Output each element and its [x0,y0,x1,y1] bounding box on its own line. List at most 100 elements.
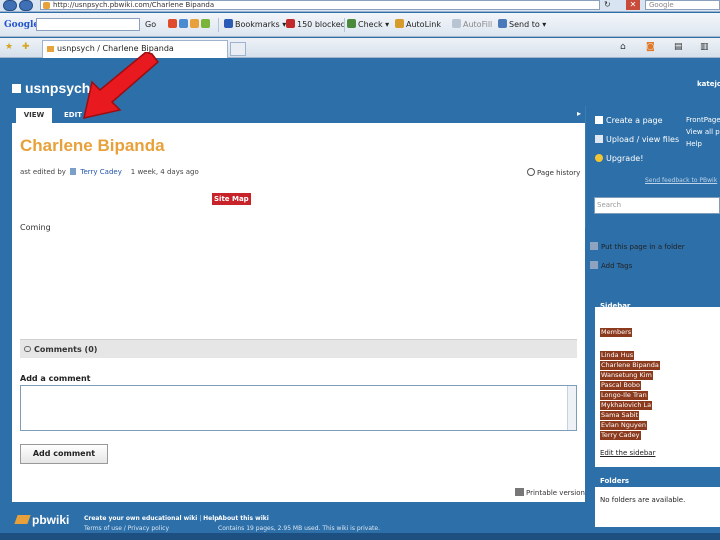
user-icon [70,168,77,175]
google-logo: Google [4,20,40,30]
folder-icon [590,242,598,250]
comments-header[interactable]: Comments (0) [20,339,577,358]
autofill-button[interactable]: AutoFill [452,19,492,31]
member-link[interactable]: Sama Sabit [600,411,640,420]
upgrade-link[interactable]: Upgrade! [595,154,643,163]
add-favorite-icon[interactable]: ✚ [22,42,30,56]
home-icon[interactable]: ⌂ [620,42,626,56]
favicon-icon [43,2,50,9]
comment-textarea[interactable] [20,385,577,431]
pagerank-icon [168,19,177,28]
sendto-button[interactable]: Send to ▾ [498,19,546,31]
print-icon[interactable]: ▤ [674,42,683,56]
address-bar[interactable]: http://usnpsych.pbwiki.com/Charlene Bipa… [40,0,600,10]
pbwiki-logo-text: pbwiki [32,513,70,527]
refresh-icon[interactable]: ↻ [604,0,611,10]
autofill-icon [452,19,461,28]
page-menu-icon[interactable]: ▥ [700,42,709,56]
member-link[interactable]: Longo-Ile Tran [600,391,648,400]
bookmarks-button[interactable]: Bookmarks ▾ [224,19,286,31]
member-link[interactable]: Linda Hus [600,351,635,360]
member-link[interactable]: Terry Cadey [600,431,641,440]
pbwiki-logo[interactable]: pbwiki [14,513,70,527]
new-tab-button[interactable] [230,42,246,56]
autolink-button[interactable]: AutoLink [395,19,441,31]
forward-icon[interactable] [19,0,33,11]
sendto-icon [498,19,507,28]
stop-icon[interactable]: ✕ [626,0,640,10]
toolbar-icons[interactable] [168,19,212,31]
bookmarks-label: Bookmarks [235,20,280,29]
star-icon [224,19,233,28]
sendto-label: Send to [509,20,540,29]
tab-view[interactable]: VIEW [16,108,52,123]
annotation-arrow-icon [83,52,160,119]
site-map-button[interactable]: Site Map [212,193,251,205]
feedback-link[interactable]: Send feedback to PBwik [645,177,717,184]
footer-terms-link[interactable]: Terms of use / Privacy policy [84,525,169,532]
put-in-folder-label: Put this page in a folder [601,243,685,251]
google-search-input[interactable] [36,18,140,31]
editor-link[interactable]: Terry Cadey [80,168,121,176]
comment-scrollbar[interactable] [567,386,576,430]
help-link[interactable]: Help [686,139,702,150]
site-home-icon [12,84,21,93]
autolink-label: AutoLink [406,20,441,29]
put-in-folder-link[interactable]: Put this page in a folder [590,242,685,251]
browser-search-input[interactable]: Google [645,0,720,10]
member-link[interactable]: Wansetung Kim [600,371,653,380]
gmail-icon [201,19,210,28]
upgrade-label: Upgrade! [606,154,644,163]
edited-ago: 1 week, 4 days ago [130,168,199,176]
member-link[interactable]: Pascal Bobo [600,381,641,390]
google-toolbar: Google Go Bookmarks ▾ 150 blocked Check … [0,13,720,37]
frontpage-link[interactable]: FrontPage [686,115,720,126]
member-link[interactable]: Evlan Nguyen [600,421,648,430]
tab-favicon-icon [47,46,54,52]
edit-sidebar-link[interactable]: Edit the sidebar [600,449,655,457]
autolink-icon [395,19,404,28]
printer-icon [515,488,524,496]
check-icon [347,19,356,28]
wiki-search-input[interactable]: Search [594,197,720,214]
view-all-pages-link[interactable]: View all pa [686,127,720,138]
popup-blocked-button[interactable]: 150 blocked [286,19,346,31]
page-history-label: Page history [537,169,581,177]
go-button[interactable]: Go [145,19,156,31]
back-icon[interactable] [3,0,17,11]
footer-help-link[interactable]: Help [203,515,218,522]
pbwiki-logo-icon [14,515,31,524]
member-link[interactable]: Mykhalovich La [600,401,653,410]
sidebar-title: Sidebar [600,302,631,310]
footer-links: Create your own educational wiki | Help … [84,515,219,532]
blocked-label: 150 blocked [297,20,346,29]
add-comment-label: Add a comment [20,374,91,383]
collapse-arrow-icon[interactable]: ▸ [577,109,581,118]
comment-bubble-icon [24,346,31,352]
folders-title: Folders [600,477,630,485]
create-page-link[interactable]: Create a page [595,116,663,125]
block-icon [286,19,295,28]
add-tags-link[interactable]: Add Tags [590,261,632,270]
create-page-label: Create a page [606,116,663,125]
member-link[interactable]: Charlene Bipanda [600,361,660,370]
add-comment-button[interactable]: Add comment [20,444,108,464]
page-history-link[interactable]: Page history [527,168,580,177]
page-meta: ast edited by Terry Cadey 1 week, 4 days… [20,168,199,176]
picasa-icon [190,19,199,28]
new-page-icon [595,116,603,124]
favorites-star-icon[interactable]: ★ [5,42,13,56]
feeds-icon[interactable]: ◙ [646,42,655,56]
printable-version-link[interactable]: Printable version [515,488,585,497]
comments-header-label: Comments (0) [34,345,98,354]
members-heading[interactable]: Members [600,328,633,337]
upload-files-link[interactable]: Upload / view files [595,135,679,144]
page-title: Charlene Bipanda [20,136,165,155]
footer-create-link[interactable]: Create your own educational wiki [84,515,197,522]
user-link[interactable]: katejoh [697,80,720,88]
bottom-strip [0,533,720,540]
page-body: Coming [20,223,51,232]
wiki-search-placeholder: Search [597,201,622,209]
printable-label: Printable version [526,489,585,497]
spellcheck-button[interactable]: Check ▾ [347,19,389,31]
